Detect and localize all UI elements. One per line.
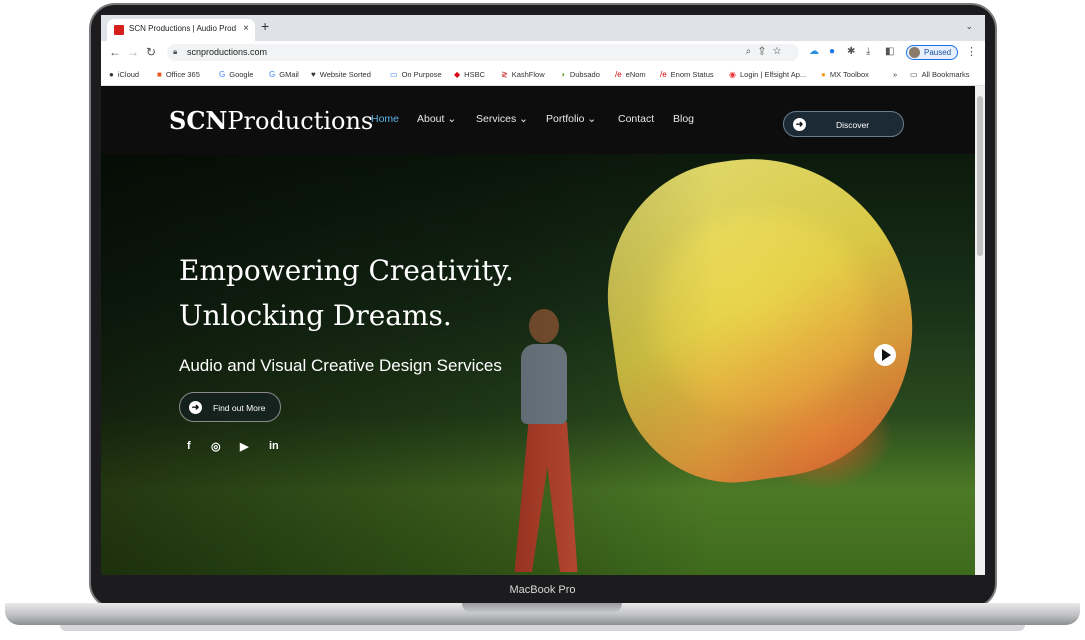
google-icon: G [269, 70, 276, 79]
youtube-icon[interactable]: ▶ [240, 440, 248, 453]
site-favicon-icon [114, 25, 124, 35]
hero-banner: Empowering Creativity. Unlocking Dreams.… [101, 154, 975, 575]
forward-icon[interactable]: → [127, 45, 139, 59]
password-extension-icon[interactable]: ● [829, 46, 835, 57]
bookmarks-bar: ● iCloud ■ Office 365 G Google G GMail ♥ Webs… [101, 65, 985, 86]
hero-title-line2: Unlocking Dreams. [179, 299, 452, 332]
bookmark-on-purpose[interactable]: ▭ On Purpose [390, 70, 442, 79]
omnibox-icons[interactable]: ⌕⇪☆ [746, 46, 789, 57]
dubsado-icon: ◗ [561, 70, 566, 79]
nav-contact[interactable]: Contact [618, 113, 654, 125]
nav-about[interactable]: About ⌄ [417, 113, 456, 125]
back-icon[interactable]: ← [109, 45, 121, 59]
close-icon[interactable]: × [243, 23, 249, 34]
bookmark-icloud[interactable]: ● iCloud [109, 70, 139, 79]
url-text: scnproductions.com [187, 47, 268, 57]
profile-status: Paused [924, 48, 952, 57]
cloud-extension-icon[interactable]: ☁ [809, 46, 819, 57]
bookmark-enom[interactable]: /e eNom [615, 70, 646, 79]
extensions-icon[interactable]: ✱ [847, 46, 855, 57]
enom-icon: /e [660, 70, 667, 79]
google-icon: G [219, 70, 226, 79]
mx-icon: ● [821, 70, 826, 79]
device-label: MacBook Pro [509, 584, 576, 596]
facebook-icon[interactable]: f [187, 440, 191, 452]
arrow-right-icon: ➜ [189, 401, 202, 414]
hero-title-line1: Empowering Creativity. [179, 254, 514, 287]
discover-label: Discover [836, 120, 870, 130]
bookmark-kashflow[interactable]: ≷ KashFlow [501, 70, 545, 79]
nav-portfolio[interactable]: Portfolio ⌄ [546, 113, 596, 125]
instagram-icon[interactable]: ◎ [211, 440, 221, 453]
bookmark-enom-status[interactable]: /e Enom Status [660, 70, 714, 79]
bookmarks-overflow[interactable]: » [893, 70, 897, 79]
site-logo[interactable]: SCNProductions [169, 106, 373, 135]
bookmark-website-sorted[interactable]: ♥ Website Sorted [311, 70, 371, 79]
avatar [909, 47, 920, 58]
tab-bar: SCN Productions | Audio Prod × + ⌄ [101, 15, 985, 41]
all-bookmarks[interactable]: ▭ All Bookmarks [910, 70, 970, 79]
lock-icon: 🔒︎ [173, 47, 178, 56]
nav-blog[interactable]: Blog [673, 113, 694, 125]
website: SCNProductions Home About ⌄ Services ⌄ P… [101, 86, 975, 575]
address-bar[interactable]: 🔒︎ scnproductions.com ⌕⇪☆ [167, 44, 799, 61]
folder-icon: ▭ [910, 70, 918, 79]
kashflow-icon: ≷ [501, 70, 508, 79]
laptop-notch [462, 603, 622, 613]
elfsight-icon: ◉ [729, 70, 736, 79]
menu-icon[interactable]: ⋮ [966, 45, 977, 58]
download-icon[interactable]: ⤓ [866, 46, 870, 57]
browser-toolbar: ← → ↻ 🔒︎ scnproductions.com ⌕⇪☆ ☁ ● ✱ ⤓ … [101, 41, 985, 65]
bookmark-gmail[interactable]: G GMail [269, 70, 299, 79]
side-panel-icon[interactable]: ◧ [885, 46, 894, 57]
bookmark-mx-toolbox[interactable]: ● MX Toolbox [821, 70, 869, 79]
profile-button[interactable]: Paused [906, 45, 958, 60]
apple-icon: ● [109, 70, 114, 79]
new-tab-button[interactable]: + [261, 18, 269, 34]
scrollbar-thumb[interactable] [977, 96, 983, 256]
scrollbar[interactable] [975, 86, 985, 575]
discover-button[interactable]: ➜ Discover [783, 111, 904, 137]
browser-tab[interactable]: SCN Productions | Audio Prod × [107, 19, 255, 41]
play-video-button[interactable] [874, 344, 896, 366]
tab-title: SCN Productions | Audio Prod [129, 24, 237, 33]
bookmark-hsbc[interactable]: ◆ HSBC [454, 70, 485, 79]
screen: SCN Productions | Audio Prod × + ⌄ ← → ↻… [101, 15, 985, 575]
find-out-more-button[interactable]: ➜ Find out More [179, 392, 281, 422]
bookmark-office[interactable]: ■ Office 365 [157, 70, 200, 79]
card-icon: ▭ [390, 70, 398, 79]
sorted-icon: ♥ [311, 70, 316, 79]
site-header: SCNProductions Home About ⌄ Services ⌄ P… [101, 86, 975, 154]
hero-subtitle: Audio and Visual Creative Design Service… [179, 356, 502, 375]
reload-icon[interactable]: ↻ [146, 45, 156, 59]
bookmark-elfsight[interactable]: ◉ Login | Elfsight Ap... [729, 70, 806, 79]
chevron-down-icon[interactable]: ⌄ [965, 21, 973, 32]
office-icon: ■ [157, 70, 162, 79]
linkedin-icon[interactable]: in [269, 440, 279, 452]
arrow-right-icon: ➜ [793, 118, 806, 131]
laptop-shadow [60, 625, 1025, 631]
enom-icon: /e [615, 70, 622, 79]
bookmark-dubsado[interactable]: ◗ Dubsado [561, 70, 600, 79]
find-out-more-label: Find out More [213, 403, 266, 413]
nav-home[interactable]: Home [371, 113, 399, 125]
nav-services[interactable]: Services ⌄ [476, 113, 528, 125]
hsbc-icon: ◆ [454, 70, 461, 79]
bookmark-google[interactable]: G Google [219, 70, 253, 79]
